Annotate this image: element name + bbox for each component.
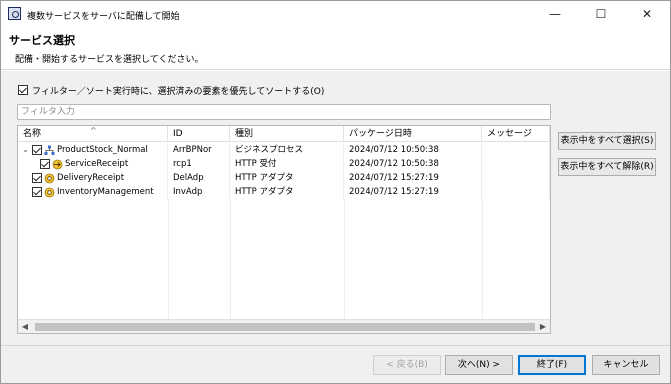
row-checkbox[interactable]	[32, 187, 42, 197]
dialog-window: 複数サービスをサーバに配備して開始 — ☐ ✕ サービス選択 配備・開始するサー…	[0, 0, 671, 384]
row-message	[482, 143, 550, 157]
http-adapter-icon	[44, 173, 55, 183]
row-message	[482, 157, 550, 171]
table-row[interactable]: ServiceReceipt rcp1 HTTP 受付 2024/07/12 1…	[18, 157, 550, 171]
prioritize-selected-checkbox[interactable]	[18, 85, 28, 95]
prioritize-selected-checkbox-row[interactable]: フィルター／ソート実行時に、選択済みの要素を優先してソートする(O)	[18, 84, 325, 97]
column-header-package-date[interactable]: パッケージ日時	[344, 126, 482, 142]
table-row[interactable]: ⌄ ProductStock_Normal ArrBPNor ビジネスプロセス …	[18, 143, 550, 157]
scrollbar-thumb[interactable]	[35, 323, 535, 331]
collapse-toggle-icon[interactable]: ⌄	[21, 143, 30, 157]
http-receiver-icon	[52, 159, 63, 169]
row-id: rcp1	[168, 157, 230, 171]
next-button[interactable]: 次へ(N) >	[445, 355, 513, 375]
wizard-header: サービス選択 配備・開始するサービスを選択してください。	[1, 27, 670, 70]
minimize-button[interactable]: —	[532, 1, 578, 27]
row-type: HTTP アダプタ	[230, 185, 344, 199]
row-id: ArrBPNor	[168, 143, 230, 157]
row-message	[482, 185, 550, 199]
column-header-message[interactable]: メッセージ	[482, 126, 550, 142]
row-type: HTTP アダプタ	[230, 171, 344, 185]
row-name: ServiceReceipt	[65, 159, 129, 169]
scroll-right-icon[interactable]: ▶	[536, 320, 550, 333]
sort-ascending-icon: ^	[90, 126, 97, 135]
row-name: ProductStock_Normal	[57, 145, 148, 155]
prioritize-selected-label: フィルター／ソート実行時に、選択済みの要素を優先してソートする(O)	[32, 86, 325, 97]
column-divider	[230, 199, 231, 319]
row-date: 2024/07/12 10:50:38	[344, 143, 482, 157]
filter-input[interactable]: フィルタ入力	[17, 104, 551, 120]
row-type: HTTP 受付	[230, 157, 344, 171]
column-divider	[482, 199, 483, 319]
row-type: ビジネスプロセス	[230, 143, 344, 157]
row-date: 2024/07/12 10:50:38	[344, 157, 482, 171]
table-row[interactable]: InventoryManagement InvAdp HTTP アダプタ 202…	[18, 185, 550, 199]
business-process-icon	[44, 145, 55, 155]
http-adapter-icon	[44, 187, 55, 197]
row-checkbox[interactable]	[40, 159, 50, 169]
row-name: InventoryManagement	[57, 187, 154, 197]
table-row[interactable]: DeliveryReceipt DelAdp HTTP アダプタ 2024/07…	[18, 171, 550, 185]
back-button[interactable]: < 戻る(B)	[373, 355, 441, 375]
wizard-body: フィルター／ソート実行時に、選択済みの要素を優先してソートする(O) フィルタ入…	[1, 71, 670, 345]
row-checkbox[interactable]	[32, 145, 42, 155]
column-divider	[344, 199, 345, 319]
maximize-button[interactable]: ☐	[578, 1, 624, 27]
row-checkbox[interactable]	[32, 173, 42, 183]
table-header: 名称 ^ ID 種別 パッケージ日時 メッセージ	[18, 126, 550, 142]
close-button[interactable]: ✕	[624, 1, 670, 27]
row-message	[482, 171, 550, 185]
cancel-button[interactable]: キャンセル	[592, 355, 660, 375]
row-name: DeliveryReceipt	[57, 173, 125, 183]
deselect-all-visible-button[interactable]: 表示中をすべて解除(R)	[558, 158, 656, 176]
row-id: DelAdp	[168, 171, 230, 185]
window-title: 複数サービスをサーバに配備して開始	[27, 12, 180, 22]
select-all-visible-button[interactable]: 表示中をすべて選択(S)	[558, 132, 656, 150]
column-header-type[interactable]: 種別	[230, 126, 344, 142]
column-header-id[interactable]: ID	[168, 126, 230, 142]
title-bar: 複数サービスをサーバに配備して開始 — ☐ ✕	[1, 1, 670, 27]
finish-button[interactable]: 終了(F)	[518, 355, 586, 375]
column-divider	[168, 199, 169, 319]
page-title: サービス選択	[9, 34, 75, 47]
column-header-name[interactable]: 名称 ^	[18, 126, 168, 142]
page-description: 配備・開始するサービスを選択してください。	[15, 55, 204, 65]
scroll-left-icon[interactable]: ◀	[18, 320, 32, 333]
row-date: 2024/07/12 15:27:19	[344, 171, 482, 185]
horizontal-scrollbar[interactable]: ◀ ▶	[18, 319, 550, 333]
service-table: 名称 ^ ID 種別 パッケージ日時 メッセージ ⌄ ProductStock_…	[17, 125, 551, 334]
row-id: InvAdp	[168, 185, 230, 199]
app-icon	[8, 7, 21, 20]
wizard-footer: < 戻る(B) 次へ(N) > 終了(F) キャンセル	[1, 345, 670, 383]
row-date: 2024/07/12 15:27:19	[344, 185, 482, 199]
